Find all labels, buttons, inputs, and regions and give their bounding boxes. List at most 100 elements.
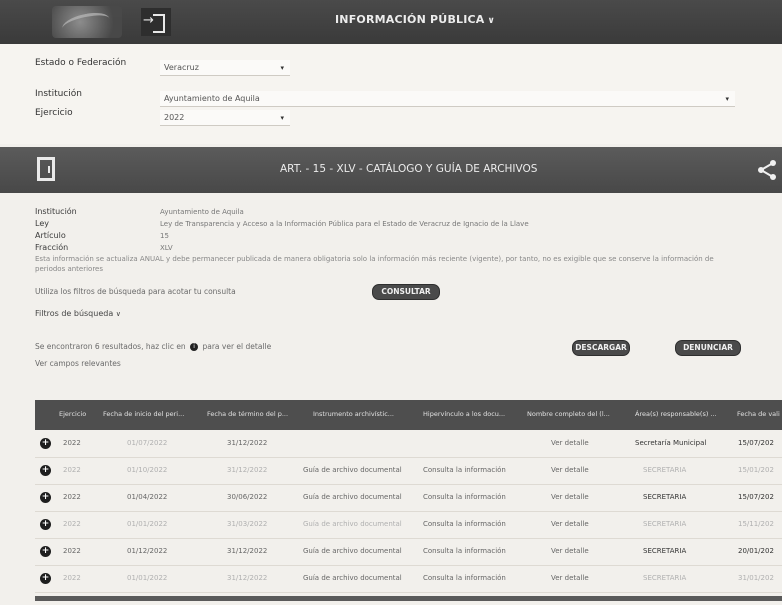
cell-ver-detalle[interactable]: Ver detalle <box>551 574 589 582</box>
cell-ver-detalle[interactable]: Ver detalle <box>551 493 589 501</box>
cell-ejercicio: 2022 <box>63 493 81 501</box>
filters-panel: Estado o Federación Veracruz ▾ Instituci… <box>0 44 782 144</box>
cell-ejercicio: 2022 <box>63 466 81 474</box>
institucion-select[interactable]: Ayuntamiento de Aquila ▾ <box>160 91 735 107</box>
descargar-button[interactable]: DESCARGAR <box>572 340 630 356</box>
cell-area: SECRETARIA <box>643 466 687 474</box>
info-articulo-label: Artículo <box>35 231 66 240</box>
cell-fecha-validacion: 15/07/202 <box>738 493 774 501</box>
cell-fecha-inicio: 01/01/2022 <box>127 574 168 582</box>
filtros-label: Filtros de búsqueda <box>35 309 114 318</box>
cell-fecha-inicio: 01/01/2022 <box>127 520 168 528</box>
section-title: ART. - 15 - XLV - CATÁLOGO Y GUÍA DE ARC… <box>280 163 538 175</box>
cell-fecha-termino: 31/12/2022 <box>227 574 268 582</box>
institution-logo[interactable] <box>52 6 122 38</box>
table-row: + 2022 01/01/2022 31/03/2022 Guía de arc… <box>35 512 782 539</box>
col-ejercicio[interactable]: Ejercicio <box>59 410 86 418</box>
cell-ver-detalle[interactable]: Ver detalle <box>551 547 589 555</box>
col-nombre[interactable]: Nombre completo del (l... <box>527 410 610 418</box>
chevron-down-icon: ∨ <box>115 310 121 318</box>
cell-hipervinculo[interactable]: Consulta la información <box>423 547 506 555</box>
share-icon[interactable] <box>756 159 778 181</box>
expand-row-icon[interactable]: + <box>40 573 51 584</box>
info-fraccion-value: XLV <box>160 244 173 252</box>
denunciar-button[interactable]: DENUNCIAR <box>675 340 741 356</box>
ejercicio-select[interactable]: 2022 ▾ <box>160 110 290 126</box>
cell-fecha-validacion: 15/07/202 <box>738 439 774 447</box>
ejercicio-label: Ejercicio <box>35 108 73 118</box>
filters-hint: Utiliza los filtros de búsqueda para aco… <box>35 287 236 296</box>
cell-ver-detalle[interactable]: Ver detalle <box>551 520 589 528</box>
cell-area: SECRETARIA <box>643 547 687 555</box>
info-institucion-value: Ayuntamiento de Aquila <box>160 208 244 216</box>
cell-fecha-termino: 31/12/2022 <box>227 466 268 474</box>
expand-row-icon[interactable]: + <box>40 519 51 530</box>
expand-row-icon[interactable]: + <box>40 546 51 557</box>
col-instrumento[interactable]: Instrumento archivístic... <box>313 410 394 418</box>
table-row: + 2022 01/01/2022 31/12/2022 Guía de arc… <box>35 566 782 593</box>
info-institucion-label: Institución <box>35 207 77 216</box>
cell-instrumento: Guía de archivo documental <box>303 493 402 501</box>
horizontal-scrollbar[interactable] <box>35 596 782 601</box>
estado-label: Estado o Federación <box>35 58 127 68</box>
table-header: Ejercicio Fecha de inicio del peri... Fe… <box>35 400 782 430</box>
col-fecha-termino[interactable]: Fecha de término del p... <box>207 410 288 418</box>
cell-instrumento: Guía de archivo documental <box>303 574 402 582</box>
col-fecha-validacion[interactable]: Fecha de vali <box>737 410 780 418</box>
results-prefix: Se encontraron 6 resultados, haz clic en <box>35 342 186 351</box>
cell-fecha-inicio: 01/04/2022 <box>127 493 168 501</box>
header-title: INFORMACIÓN PÚBLICA <box>335 13 485 26</box>
cell-ejercicio: 2022 <box>63 574 81 582</box>
cell-area: SECRETARIA <box>643 574 687 582</box>
filtros-toggle[interactable]: Filtros de búsqueda ∨ <box>35 309 121 318</box>
cell-ejercicio: 2022 <box>63 520 81 528</box>
cell-fecha-termino: 30/06/2022 <box>227 493 268 501</box>
section-header: ART. - 15 - XLV - CATÁLOGO Y GUÍA DE ARC… <box>0 147 782 193</box>
expand-row-icon[interactable]: + <box>40 438 51 449</box>
info-ley-value: Ley de Transparencia y Acceso a la Infor… <box>160 220 529 228</box>
cell-fecha-inicio: 01/12/2022 <box>127 547 168 555</box>
cell-fecha-termino: 31/12/2022 <box>227 547 268 555</box>
info-ley-label: Ley <box>35 219 49 228</box>
cell-fecha-validacion: 31/01/202 <box>738 574 774 582</box>
cell-fecha-inicio: 01/07/2022 <box>127 439 168 447</box>
institucion-value: Ayuntamiento de Aquila <box>164 94 260 103</box>
info-fraccion-label: Fracción <box>35 243 69 252</box>
institucion-label: Institución <box>35 89 82 99</box>
consultar-button[interactable]: CONSULTAR <box>372 284 440 300</box>
cell-hipervinculo[interactable]: Consulta la información <box>423 574 506 582</box>
cell-hipervinculo[interactable]: Consulta la información <box>423 520 506 528</box>
ejercicio-value: 2022 <box>164 113 185 122</box>
table-row: + 2022 01/12/2022 31/12/2022 Guía de arc… <box>35 539 782 566</box>
col-hipervinculo[interactable]: Hipervínculo a los docu... <box>423 410 505 418</box>
header-title-menu[interactable]: INFORMACIÓN PÚBLICA ∨ <box>335 13 495 26</box>
cell-area: Secretaría Municipal <box>635 439 707 447</box>
results-suffix: para ver el detalle <box>202 342 272 351</box>
cell-instrumento: Guía de archivo documental <box>303 547 402 555</box>
dropdown-caret-icon: ▾ <box>280 64 284 72</box>
info-articulo-value: 15 <box>160 232 169 240</box>
cell-ver-detalle[interactable]: Ver detalle <box>551 439 589 447</box>
cell-ejercicio: 2022 <box>63 439 81 447</box>
cell-instrumento: Guía de archivo documental <box>303 466 402 474</box>
cell-ejercicio: 2022 <box>63 547 81 555</box>
table-row: + 2022 01/04/2022 30/06/2022 Guía de arc… <box>35 485 782 512</box>
top-bar: → INFORMACIÓN PÚBLICA ∨ <box>0 0 782 44</box>
ver-campos-link[interactable]: Ver campos relevantes <box>35 359 121 368</box>
cell-fecha-inicio: 01/10/2022 <box>127 466 168 474</box>
table-row: + 2022 01/10/2022 31/12/2022 Guía de arc… <box>35 458 782 485</box>
col-area[interactable]: Área(s) responsable(s) ... <box>635 410 717 418</box>
cell-ver-detalle[interactable]: Ver detalle <box>551 466 589 474</box>
document-icon <box>37 157 55 181</box>
col-fecha-inicio[interactable]: Fecha de inicio del peri... <box>103 410 184 418</box>
estado-select[interactable]: Veracruz ▾ <box>160 60 290 76</box>
login-icon[interactable]: → <box>141 8 171 36</box>
expand-row-icon[interactable]: + <box>40 492 51 503</box>
expand-row-icon[interactable]: + <box>40 465 51 476</box>
cell-fecha-termino: 31/03/2022 <box>227 520 268 528</box>
cell-hipervinculo[interactable]: Consulta la información <box>423 466 506 474</box>
results-text: Se encontraron 6 resultados, haz clic en… <box>35 342 271 351</box>
dropdown-caret-icon: ▾ <box>725 95 729 103</box>
cell-instrumento: Guía de archivo documental <box>303 520 402 528</box>
cell-hipervinculo[interactable]: Consulta la información <box>423 493 506 501</box>
